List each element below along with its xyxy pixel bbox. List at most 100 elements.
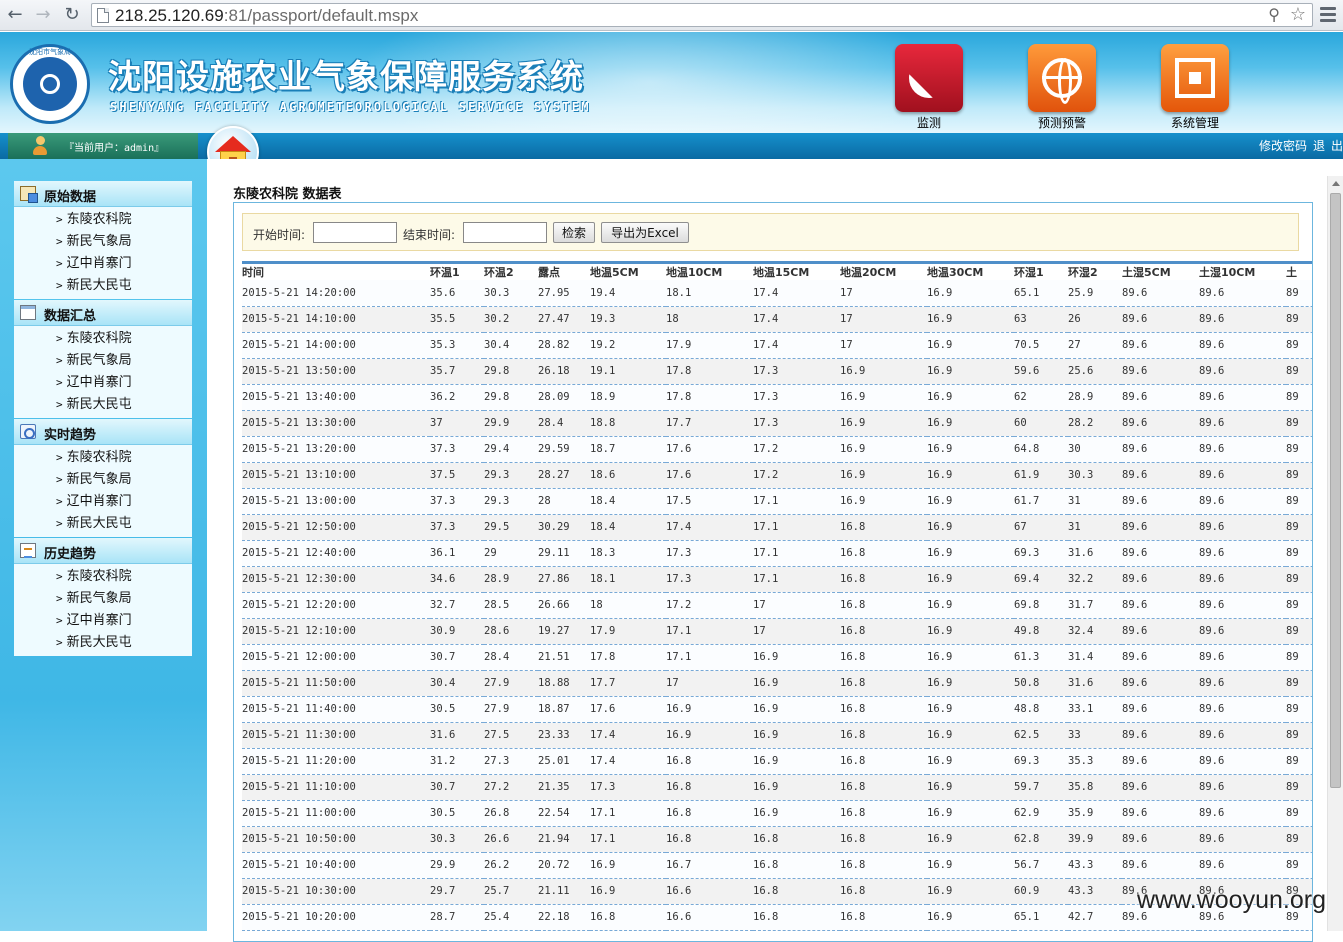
sidebar-list: > 东陵农科院 > 新民气象局 > 辽中肖寨门 > 新民大民屯 (14, 326, 192, 418)
sidebar-section-realtime-trend: 实时趋势 > 东陵农科院 > 新民气象局 > 辽中肖寨门 > 新民大民屯 (14, 419, 192, 537)
chevron-right-icon: > (56, 451, 63, 464)
table-cell: 89.6 (1122, 592, 1199, 619)
scrollbar-thumb[interactable] (1330, 193, 1341, 788)
table-cell: 89.6 (1199, 618, 1286, 645)
forward-arrow-icon[interactable]: → (31, 3, 55, 27)
scroll-up-arrow-icon[interactable] (1332, 181, 1340, 186)
change-password-link[interactable]: 修改密码 (1259, 139, 1307, 153)
table-cell: 89.6 (1122, 384, 1199, 411)
sidebar-item-label: 新民大民屯 (66, 516, 132, 531)
table-cell: 62.5 (1014, 722, 1068, 749)
key-icon[interactable]: ⚲ (1268, 5, 1280, 24)
table-cell: 16.8 (590, 904, 666, 931)
satellite-dish-icon (909, 74, 933, 98)
table-cell: 18.3 (590, 540, 666, 567)
sidebar-section-header[interactable]: 实时趋势 (14, 419, 192, 445)
browser-menu-icon[interactable] (1318, 4, 1338, 24)
nav-admin-button[interactable]: 系统管理 (1159, 44, 1231, 132)
table-row: 2015-5-21 11:10:00 30.7 27.2 21.35 17.3 16.8 1… (242, 774, 1312, 801)
sidebar-item[interactable]: > 新民气象局 (14, 588, 192, 610)
url-path: :81/passport/default.mspx (223, 6, 419, 25)
url-text[interactable]: 218.25.120.69:81/passport/default.mspx (115, 6, 418, 26)
table-cell: 29.5 (484, 514, 538, 541)
table-cell: 89.6 (1199, 462, 1286, 489)
table-cell: 17.9 (666, 332, 753, 359)
table-cell: 19.4 (590, 280, 666, 307)
table-cell: 17.8 (666, 384, 753, 411)
chevron-right-icon: > (56, 332, 63, 345)
sidebar-item[interactable]: > 东陵农科院 (14, 566, 192, 588)
reload-icon[interactable]: ↻ (60, 3, 84, 27)
start-time-input[interactable] (313, 222, 397, 243)
table-cell: 17 (840, 280, 927, 307)
table-cell: 35.7 (430, 358, 484, 385)
site-header: 沈阳市气象局 沈阳设施农业气象保障服务系统 SHENYANG FACILITY … (0, 32, 1343, 133)
sidebar-item[interactable]: > 新民大民屯 (14, 275, 192, 297)
sidebar-item[interactable]: > 新民气象局 (14, 231, 192, 253)
export-excel-button[interactable]: 导出为Excel (601, 222, 689, 243)
sidebar-section-header[interactable]: 数据汇总 (14, 300, 192, 326)
sidebar-section-header[interactable]: 原始数据 (14, 181, 192, 207)
search-button[interactable]: 检索 (553, 222, 595, 243)
sidebar-item[interactable]: > 东陵农科院 (14, 209, 192, 231)
table-cell: 43.3 (1068, 852, 1122, 879)
back-arrow-icon[interactable]: ← (3, 3, 27, 27)
table-cell: 2015-5-21 12:10:00 (242, 618, 430, 645)
sidebar-item[interactable]: > 新民气象局 (14, 469, 192, 491)
table-cell: 89.6 (1199, 488, 1286, 515)
table-cell: 2015-5-21 13:10:00 (242, 462, 430, 489)
end-time-input[interactable] (463, 222, 547, 243)
table-cell: 17 (753, 592, 840, 619)
page-scrollbar[interactable] (1327, 176, 1343, 931)
column-header: 土湿10CM (1199, 266, 1256, 279)
sidebar-section-history-trend: 历史趋势 > 东陵农科院 > 新民气象局 > 辽中肖寨门 > 新民大民屯 (14, 538, 192, 656)
table-cell: 16.9 (927, 618, 1014, 645)
table-cell: 2015-5-21 13:50:00 (242, 358, 430, 385)
table-cell: 16.9 (590, 878, 666, 905)
table-cell: 62 (1014, 384, 1068, 411)
sidebar-item[interactable]: > 新民气象局 (14, 350, 192, 372)
table-cell: 16.6 (666, 878, 753, 905)
table-cell: 2015-5-21 14:10:00 (242, 306, 430, 333)
table-cell: 16.9 (927, 280, 1014, 307)
address-bar[interactable]: 218.25.120.69:81/passport/default.mspx ⚲… (91, 3, 1313, 27)
bookmark-star-icon[interactable]: ☆ (1290, 4, 1306, 25)
table-cell: 27.2 (484, 774, 538, 801)
table-cell: 36.1 (430, 540, 484, 567)
table-row: 2015-5-21 10:40:00 29.9 26.2 20.72 16.9 16.7 1… (242, 852, 1312, 879)
table-cell: 17.3 (753, 358, 840, 385)
table-cell: 16.8 (840, 722, 927, 749)
sidebar-item[interactable]: > 东陵农科院 (14, 328, 192, 350)
sidebar-item-label: 辽中肖寨门 (66, 494, 132, 509)
sidebar-item[interactable]: > 新民大民屯 (14, 632, 192, 654)
logout-link-part1[interactable]: 退 (1313, 139, 1325, 153)
sidebar-section-header[interactable]: 历史趋势 (14, 538, 192, 564)
site-subtitle: SHENYANG FACILITY AGROMETEOROLOGICAL SER… (110, 100, 591, 114)
table-cell: 30.7 (430, 774, 484, 801)
table-row: 2015-5-21 11:30:00 31.6 27.5 23.33 17.4 16.9 1… (242, 722, 1312, 749)
nav-forecast-button[interactable]: 预测预警 (1026, 44, 1098, 132)
table-cell: 60 (1014, 410, 1068, 437)
table-cell: 35.3 (1068, 748, 1122, 775)
sidebar-item[interactable]: > 新民大民屯 (14, 394, 192, 416)
sidebar-item[interactable]: > 东陵农科院 (14, 447, 192, 469)
url-host: 218.25.120.69 (115, 6, 224, 25)
sidebar-item[interactable]: > 辽中肖寨门 (14, 253, 192, 275)
table-cell: 17.4 (590, 748, 666, 775)
chevron-right-icon: > (56, 473, 63, 486)
sidebar-item[interactable]: > 新民大民屯 (14, 513, 192, 535)
table-cell: 35.5 (430, 306, 484, 333)
chevron-right-icon: > (56, 398, 63, 411)
table-cell: 19.27 (538, 618, 590, 645)
table-cell: 33 (1068, 722, 1122, 749)
logout-link-part2[interactable]: 出 (1331, 139, 1343, 153)
table-cell: 16.9 (927, 774, 1014, 801)
table-cell: 2015-5-21 12:30:00 (242, 566, 430, 593)
table-cell: 16.9 (927, 670, 1014, 697)
nav-monitor-button[interactable]: 监测 (893, 44, 965, 132)
table-cell: 28.82 (538, 332, 590, 359)
sidebar-item[interactable]: > 辽中肖寨门 (14, 372, 192, 394)
sidebar-item[interactable]: > 辽中肖寨门 (14, 610, 192, 632)
table-cell: 89 (1286, 618, 1312, 645)
sidebar-item[interactable]: > 辽中肖寨门 (14, 491, 192, 513)
